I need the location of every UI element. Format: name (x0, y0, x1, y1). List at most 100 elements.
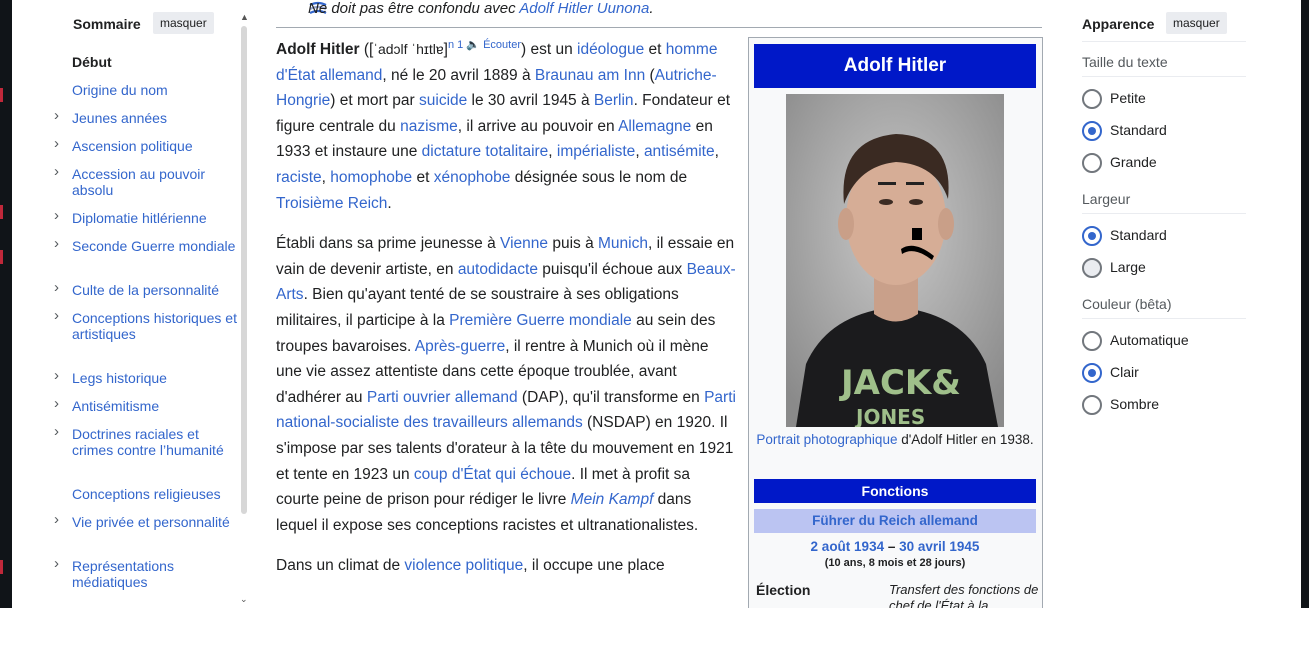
toc-item-label: Ascension politique (72, 138, 193, 154)
scroll-down-icon[interactable]: ⌄ (240, 594, 248, 605)
article-link[interactable]: suicide (419, 92, 467, 109)
toc-item[interactable]: › Ascension politique (54, 136, 237, 155)
scroll-up-icon[interactable]: ▲ (240, 12, 249, 22)
article-link[interactable]: Braunau am Inn (535, 67, 645, 84)
article-text: . (387, 194, 392, 212)
toc-scrollbar[interactable]: ▲ ⌄ (240, 12, 249, 604)
toc-item[interactable]: › Culte de la personnalité (54, 280, 237, 299)
article-link[interactable]: antisémite (644, 143, 715, 160)
toc-item[interactable]: › Représentations médiatiques (54, 556, 237, 591)
scrollbar-thumb[interactable] (241, 26, 247, 514)
text-size-option-label[interactable]: Grande (1110, 154, 1157, 170)
radio-icon[interactable] (1082, 153, 1102, 173)
chevron-right-icon[interactable]: › (54, 556, 59, 572)
date-start-link[interactable]: 2 août 1934 (811, 539, 885, 554)
toc-item[interactable]: › Seconde Guerre mondiale (54, 236, 237, 255)
radio-selected-icon[interactable] (1082, 226, 1102, 246)
article-text: ˈadɔlf ˈhɪtlɐ (373, 41, 444, 57)
article-link[interactable]: Première Guerre mondiale (449, 312, 632, 329)
article-link[interactable]: Troisième Reich (276, 195, 387, 212)
caption-text: d'Adolf Hitler en 1938. (897, 432, 1034, 447)
article-link[interactable]: Après-guerre (415, 338, 505, 355)
article-link[interactable]: Vienne (500, 235, 548, 252)
article-text: puis à (548, 235, 598, 253)
width-option-label[interactable]: Standard (1110, 227, 1167, 243)
toc-item[interactable]: › Conceptions historiques et artistiques (54, 308, 237, 343)
toc-item[interactable]: › Vie privée et personnalité (54, 512, 237, 531)
chevron-right-icon[interactable]: › (54, 108, 59, 124)
toc-hide-button[interactable]: masquer (153, 12, 214, 34)
radio-icon[interactable] (1082, 258, 1102, 278)
toc-item[interactable]: › Jeunes années (54, 108, 237, 127)
date-end-link[interactable]: 30 avril 1945 (899, 539, 979, 554)
article-link[interactable]: Allemagne (618, 118, 691, 135)
chevron-right-icon[interactable]: › (54, 424, 59, 440)
article-link[interactable]: coup d'État qui échoue (414, 466, 571, 483)
article-text: Adolf Hitler (276, 41, 360, 58)
article-link[interactable]: violence politique (404, 557, 523, 574)
color-option-label[interactable]: Automatique (1110, 332, 1189, 348)
chevron-right-icon[interactable]: › (54, 164, 59, 180)
infobox-title: Adolf Hitler (754, 44, 1036, 88)
radio-selected-icon[interactable] (1082, 121, 1102, 141)
article-link[interactable]: raciste (276, 169, 322, 186)
chevron-right-icon[interactable]: › (54, 512, 59, 528)
table-of-contents: Sommaire masquer ▲ ⌄ Début Origine du nom… (12, 0, 252, 608)
article-link[interactable]: xénophobe (434, 169, 511, 186)
article-text: et (644, 41, 666, 58)
toc-item[interactable]: Début (72, 54, 237, 70)
infobox-election-label: Élection (756, 582, 811, 598)
article-link[interactable]: Parti ouvrier allemand (367, 389, 518, 406)
infobox-duration: (10 ans, 8 mois et 28 jours) (824, 557, 966, 569)
text-size-option-label[interactable]: Petite (1110, 90, 1146, 106)
article-link[interactable]: Écouter (483, 39, 521, 51)
article-link[interactable]: Berlin (594, 92, 634, 109)
article-link[interactable]: autodidacte (458, 261, 538, 278)
chevron-right-icon[interactable]: › (54, 308, 59, 324)
toc-item[interactable]: › Diplomatie hitlérienne (54, 208, 237, 227)
article-link[interactable]: idéologue (577, 41, 644, 58)
article-link[interactable]: dictature totalitaire (422, 143, 549, 160)
chevron-right-icon[interactable]: › (54, 236, 59, 252)
article-text: Dans un climat de (276, 557, 405, 575)
article-text: , (714, 143, 719, 161)
chevron-right-icon[interactable]: › (54, 208, 59, 224)
chevron-right-icon[interactable]: › (54, 136, 59, 152)
text-size-option-label[interactable]: Standard (1110, 122, 1167, 138)
chevron-right-icon[interactable]: › (54, 396, 59, 412)
infobox-photo[interactable]: JACK& JONES (786, 94, 1004, 427)
appearance-hide-button[interactable]: masquer (1166, 12, 1227, 34)
caption-link[interactable]: Portrait photographique (756, 432, 897, 447)
article-text: (DAP), qu'il transforme en (517, 388, 705, 406)
toc-item[interactable]: Conceptions religieuses (72, 486, 237, 502)
article-link[interactable]: impérialiste (557, 143, 635, 160)
toc-item[interactable]: › Antisémitisme (54, 396, 237, 415)
article-text: , il occupe une place (523, 557, 665, 575)
toc-item[interactable]: › Legs historique (54, 368, 237, 387)
width-option-label[interactable]: Large (1110, 259, 1146, 275)
radio-icon[interactable] (1082, 395, 1102, 415)
toc-title: Sommaire (73, 16, 141, 32)
article-link[interactable]: Mein Kampf (571, 491, 654, 508)
toc-item[interactable]: Origine du nom (72, 82, 237, 98)
portrait-image[interactable]: JACK& JONES (786, 94, 1004, 427)
edge-marker (0, 560, 3, 574)
radio-icon[interactable] (1082, 89, 1102, 109)
radio-selected-icon[interactable] (1082, 363, 1102, 383)
article-link[interactable]: Munich (598, 235, 648, 252)
toc-item[interactable]: › Doctrines raciales et crimes contre l’h… (54, 424, 237, 459)
chevron-right-icon[interactable]: › (54, 280, 59, 296)
article-link[interactable]: nazisme (400, 118, 458, 135)
toc-item-label: Début (72, 54, 112, 70)
article-text: ([ (359, 41, 374, 58)
toc-item-label: Conceptions historiques et artistiques (72, 310, 237, 342)
infobox-role[interactable]: Führer du Reich allemand (754, 509, 1036, 533)
article-link[interactable]: n 1 (448, 39, 463, 51)
color-option-label[interactable]: Sombre (1110, 396, 1159, 412)
radio-icon[interactable] (1082, 331, 1102, 351)
toc-item[interactable]: › Accession au pouvoir absolu (54, 164, 237, 199)
article-link[interactable]: homophobe (330, 169, 412, 186)
chevron-right-icon[interactable]: › (54, 368, 59, 384)
hatnote-link[interactable]: Adolf Hitler Uunona (519, 0, 649, 17)
color-option-label[interactable]: Clair (1110, 364, 1139, 380)
